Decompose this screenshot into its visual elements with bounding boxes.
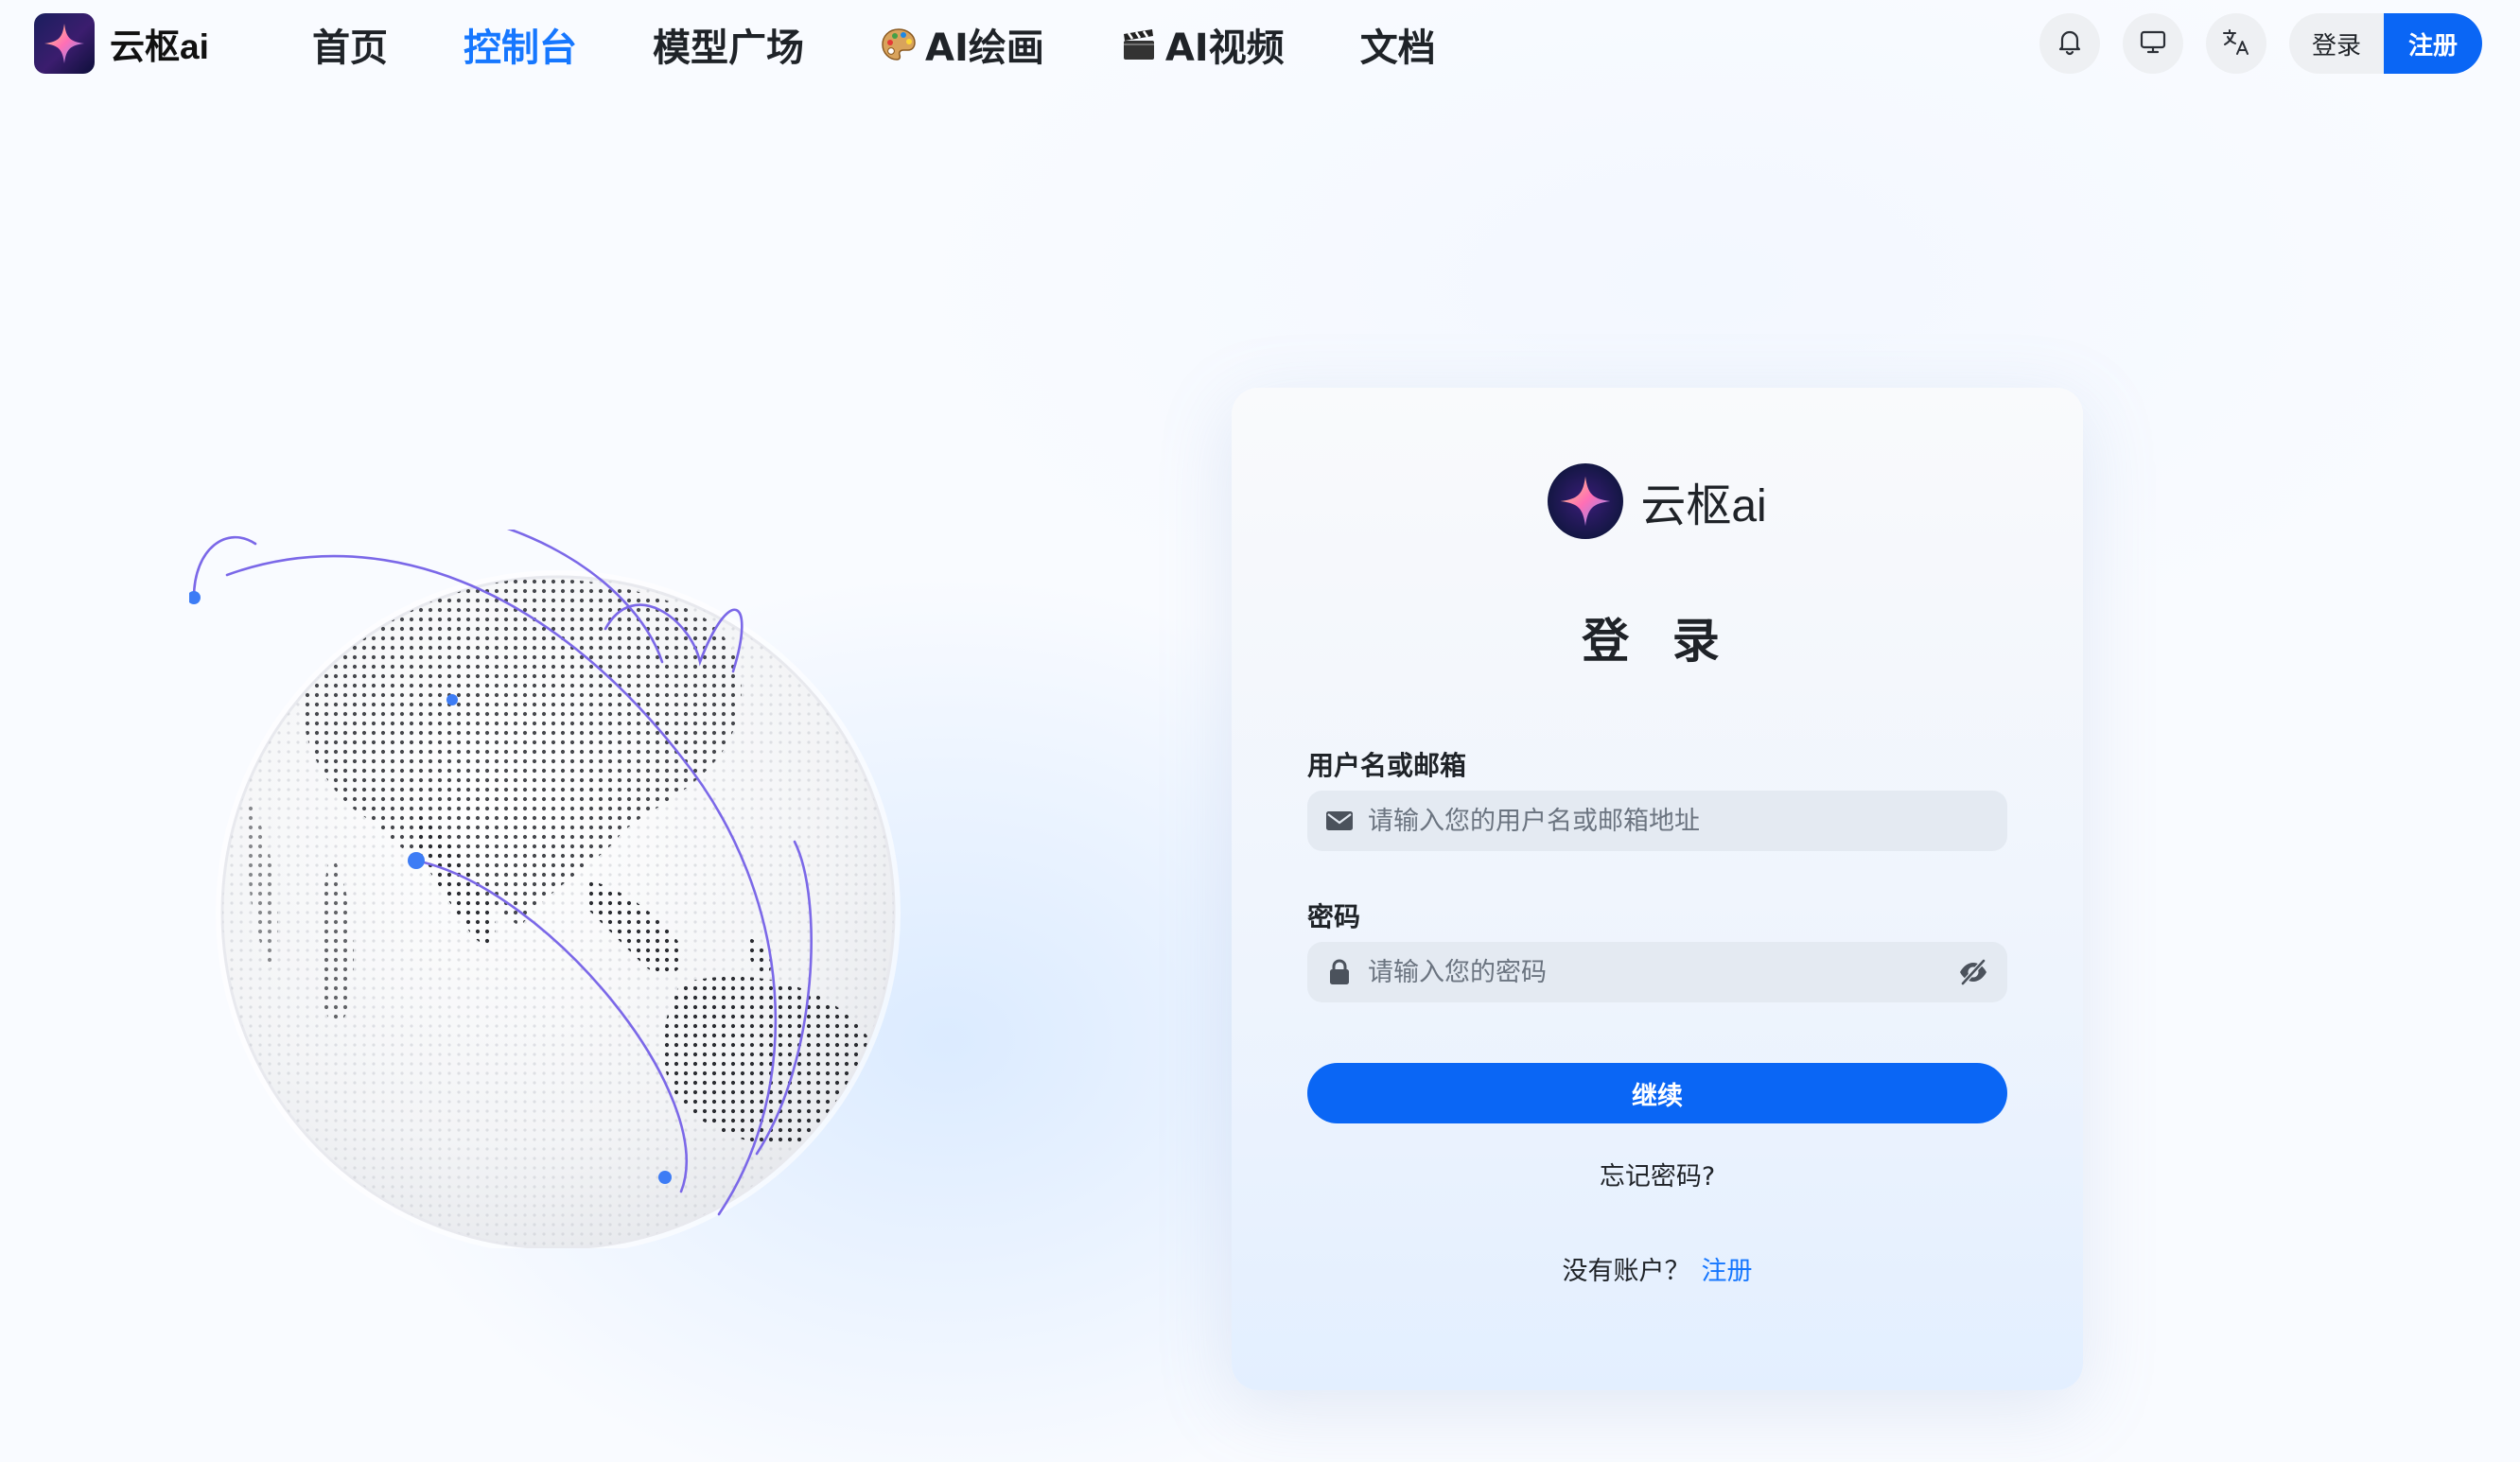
password-field[interactable] — [1307, 942, 2007, 1002]
card-brand: 云枢ai — [1232, 463, 2083, 539]
envelope-icon — [1324, 806, 1355, 836]
eye-slash-icon[interactable] — [1956, 955, 1990, 989]
forgot-password-link[interactable]: 忘记密码? — [1232, 1156, 2083, 1192]
nav-docs-label: 文档 — [1359, 26, 1436, 70]
username-label: 用户名或邮箱 — [1307, 750, 1467, 781]
continue-button[interactable]: 继续 — [1307, 1063, 2007, 1123]
nav-ai-video-label: AI视频 — [1164, 26, 1285, 70]
clapperboard-icon — [1120, 26, 1158, 63]
notifications-button[interactable] — [2039, 13, 2100, 74]
header-register-button[interactable]: 注册 — [2383, 13, 2482, 74]
language-button[interactable] — [2205, 13, 2266, 74]
signup-prompt: 没有账户？ 注册 — [1232, 1250, 2083, 1287]
auth-buttons: 登录 注册 — [2288, 13, 2482, 74]
nav-docs[interactable]: 文档 — [1360, 17, 1436, 72]
login-card: 云枢ai 登 录 用户名或邮箱 密码 — [1232, 388, 2083, 1390]
card-brand-name: 云枢ai — [1640, 481, 1767, 531]
brand-logo-link[interactable]: 云枢ai — [34, 13, 209, 74]
nav-ai-drawing[interactable]: AI绘画 — [880, 17, 1044, 72]
sparkle-logo-icon — [1548, 463, 1624, 539]
sparkle-logo-icon — [34, 13, 95, 74]
monitor-icon — [2138, 26, 2168, 61]
top-header: 云枢ai 首页 控制台 模型广场 AI绘画 AI视频 文档 登录 注册 — [0, 0, 2520, 89]
display-button[interactable] — [2122, 13, 2183, 74]
main-nav: 首页 控制台 模型广场 AI绘画 AI视频 文档 — [312, 0, 1512, 89]
palette-icon — [880, 26, 918, 63]
bell-icon — [2055, 26, 2085, 61]
register-link[interactable]: 注册 — [1702, 1257, 1753, 1286]
login-title: 登 录 — [1582, 614, 1733, 669]
no-account-text: 没有账户？ — [1562, 1257, 1690, 1286]
brand-name: 云枢ai — [110, 27, 209, 66]
nav-home-label: 首页 — [312, 26, 388, 70]
username-field[interactable] — [1307, 791, 2007, 851]
nav-console[interactable]: 控制台 — [464, 17, 577, 72]
globe-illustration — [187, 506, 946, 1255]
nav-model-plaza-label: 模型广场 — [653, 26, 804, 70]
username-input[interactable] — [1368, 806, 1990, 836]
password-label: 密码 — [1307, 901, 1361, 932]
nav-ai-drawing-label: AI绘画 — [925, 26, 1044, 70]
nav-console-label: 控制台 — [464, 26, 577, 70]
nav-home[interactable]: 首页 — [312, 17, 388, 72]
header-actions: 登录 注册 — [2039, 13, 2482, 74]
lock-icon — [1324, 957, 1355, 987]
password-input[interactable] — [1368, 957, 1956, 987]
nav-ai-video[interactable]: AI视频 — [1120, 17, 1285, 72]
translate-icon — [2220, 26, 2252, 61]
nav-model-plaza[interactable]: 模型广场 — [653, 17, 804, 72]
header-login-button[interactable]: 登录 — [2288, 13, 2384, 74]
